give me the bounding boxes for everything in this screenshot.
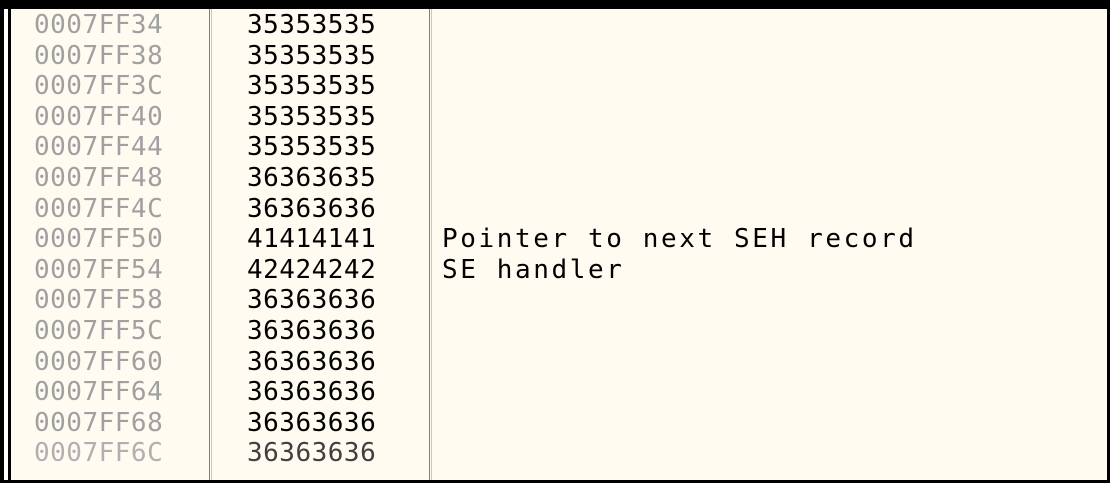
- stack-row[interactable]: 0007FF64 36363636: [11, 377, 1107, 408]
- stack-value: 42424242: [247, 254, 377, 285]
- stack-value: 35353535: [247, 101, 377, 132]
- stack-address: 0007FF68: [34, 407, 164, 438]
- stack-row-next-seh[interactable]: 0007FF50 41414141 Pointer to next SEH re…: [11, 224, 1107, 255]
- stack-address: 0007FF44: [34, 132, 164, 163]
- stack-value: 36363636: [247, 407, 377, 438]
- stack-address: 0007FF48: [34, 162, 164, 193]
- stack-row-partial[interactable]: 0007FF6C 36363636: [11, 438, 1107, 469]
- stack-value: 36363636: [247, 285, 377, 316]
- stack-value: 35353535: [247, 40, 377, 71]
- stack-row[interactable]: 0007FF34 35353535: [11, 10, 1107, 41]
- stack-value: 36363636: [247, 377, 377, 408]
- stack-row[interactable]: 0007FF3C 35353535: [11, 71, 1107, 102]
- stack-row[interactable]: 0007FF60 36363636: [11, 347, 1107, 378]
- stack-address: 0007FF4C: [34, 193, 164, 224]
- stack-rows: 0007FF34 35353535 0007FF38 35353535 0007…: [11, 10, 1107, 469]
- stack-value: 36363635: [247, 162, 377, 193]
- stack-address: 0007FF38: [34, 40, 164, 71]
- stack-address: 0007FF64: [34, 377, 164, 408]
- stack-comment: SE handler: [442, 254, 625, 285]
- stack-value: 35353535: [247, 132, 377, 163]
- stack-row[interactable]: 0007FF38 35353535: [11, 41, 1107, 72]
- stack-pane[interactable]: 0007FF34 35353535 0007FF38 35353535 0007…: [11, 9, 1107, 480]
- stack-address: 0007FF6C: [34, 438, 164, 469]
- stack-value: 36363636: [247, 346, 377, 377]
- stack-value: 36363636: [247, 193, 377, 224]
- window-left-edge: [4, 9, 11, 480]
- stack-value: 35353535: [247, 71, 377, 102]
- stack-value: 36363636: [247, 438, 377, 469]
- stack-value: 36363636: [247, 315, 377, 346]
- stack-row[interactable]: 0007FF4C 36363636: [11, 194, 1107, 225]
- stack-address: 0007FF3C: [34, 71, 164, 102]
- stack-value: 41414141: [247, 224, 377, 255]
- stack-address: 0007FF34: [34, 10, 164, 40]
- stack-address: 0007FF40: [34, 101, 164, 132]
- stack-comment: Pointer to next SEH record: [442, 224, 917, 255]
- stack-value: 35353535: [247, 10, 377, 40]
- stack-row[interactable]: 0007FF5C 36363636: [11, 316, 1107, 347]
- stack-row[interactable]: 0007FF48 36363635: [11, 163, 1107, 194]
- stack-address: 0007FF5C: [34, 315, 164, 346]
- stack-window: 0007FF34 35353535 0007FF38 35353535 0007…: [0, 0, 1110, 483]
- stack-address: 0007FF58: [34, 285, 164, 316]
- stack-row[interactable]: 0007FF40 35353535: [11, 102, 1107, 133]
- stack-address: 0007FF50: [34, 224, 164, 255]
- stack-row[interactable]: 0007FF58 36363636: [11, 285, 1107, 316]
- stack-address: 0007FF54: [34, 254, 164, 285]
- stack-row[interactable]: 0007FF44 35353535: [11, 132, 1107, 163]
- stack-row-se-handler[interactable]: 0007FF54 42424242 SE handler: [11, 255, 1107, 286]
- stack-row[interactable]: 0007FF68 36363636: [11, 408, 1107, 439]
- stack-address: 0007FF60: [34, 346, 164, 377]
